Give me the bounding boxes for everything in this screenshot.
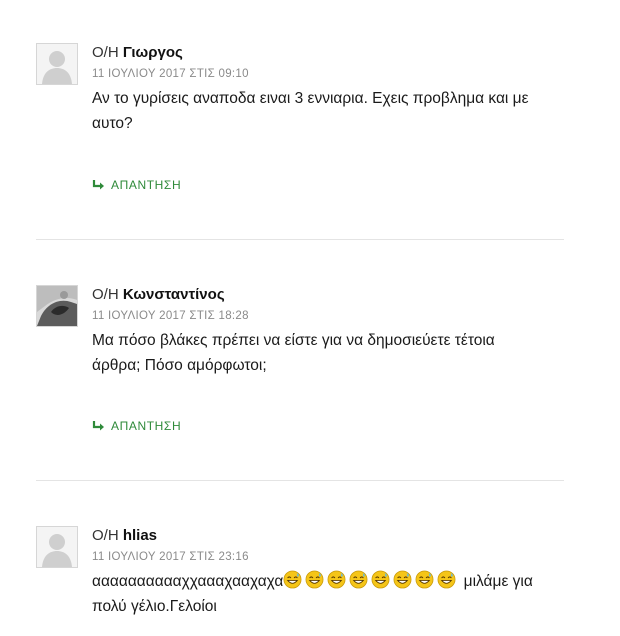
sweat-smile-emoji-icon bbox=[415, 570, 434, 589]
comment-date[interactable]: 11 ΙΟΥΛΙΟΥ 2017 ΣΤΙΣ 23:16 bbox=[92, 551, 564, 563]
comment-divider bbox=[36, 239, 564, 240]
reply-button[interactable]: ΑΠΑΝΤΗΣΗ bbox=[92, 178, 181, 192]
comment-text: ααααααααααχχαααχααχαχα μιλάμε για πολύ γ… bbox=[92, 569, 542, 619]
sweat-smile-emoji-icon bbox=[305, 570, 324, 589]
reply-label: ΑΠΑΝΤΗΣΗ bbox=[111, 419, 182, 433]
sweat-smile-emoji-icon bbox=[437, 570, 456, 589]
sweat-smile-emoji-icon bbox=[349, 570, 368, 589]
reply-arrow-icon bbox=[92, 180, 104, 190]
comment-divider bbox=[36, 480, 564, 481]
comment-author-line: Ο/Η Γιωργος bbox=[92, 44, 564, 62]
sweat-smile-emoji-icon bbox=[371, 570, 390, 589]
sweat-smile-emoji-icon bbox=[283, 570, 302, 589]
comment-text: Μα πόσο βλάκες πρέπει να είστε για να δη… bbox=[92, 332, 495, 374]
sweat-smile-emoji-icon bbox=[393, 570, 412, 589]
default-avatar-icon bbox=[36, 526, 78, 568]
reply-button[interactable]: ΑΠΑΝΤΗΣΗ bbox=[92, 419, 181, 433]
author-prefix: Ο/Η bbox=[92, 286, 119, 303]
reply-arrow-icon bbox=[92, 421, 104, 431]
photo-avatar-icon bbox=[36, 285, 78, 327]
comment-text: Αν το γυρίσεις αναποδα ειναι 3 εννιαρια.… bbox=[92, 90, 529, 132]
comment-author-line: Ο/Η Κωνσταντίνος bbox=[92, 286, 564, 304]
comments-list: Ο/Η Γιωργος 11 ΙΟΥΛΙΟΥ 2017 ΣΤΙΣ 09:10 Α… bbox=[0, 0, 620, 636]
comment-author-line: Ο/Η hlias bbox=[92, 527, 564, 545]
emoji-row bbox=[283, 570, 459, 590]
comment-date[interactable]: 11 ΙΟΥΛΙΟΥ 2017 ΣΤΙΣ 18:28 bbox=[92, 310, 564, 322]
author-name: Κωνσταντίνος bbox=[122, 286, 225, 303]
author-prefix: Ο/Η bbox=[92, 527, 119, 544]
author-name: Γιωργος bbox=[122, 44, 183, 61]
author-name: hlias bbox=[122, 527, 158, 544]
reply-label: ΑΠΑΝΤΗΣΗ bbox=[111, 178, 182, 192]
comment-date[interactable]: 11 ΙΟΥΛΙΟΥ 2017 ΣΤΙΣ 09:10 bbox=[92, 68, 564, 80]
sweat-smile-emoji-icon bbox=[327, 570, 346, 589]
default-avatar-icon bbox=[36, 43, 78, 85]
comment-text-start: ααααααααααχχαααχααχαχα bbox=[92, 573, 284, 590]
author-prefix: Ο/Η bbox=[92, 44, 119, 61]
